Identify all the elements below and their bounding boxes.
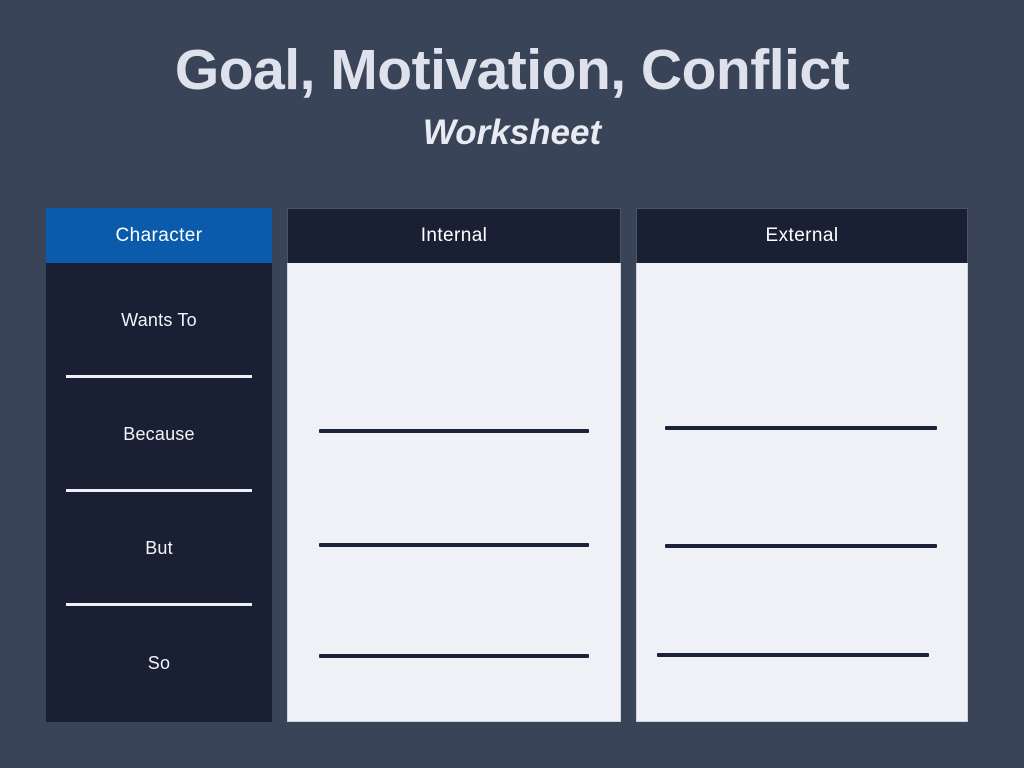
prompt-row[interactable]: But	[46, 491, 272, 606]
external-answer-line[interactable]	[665, 426, 937, 430]
prompt-row[interactable]: Because	[46, 377, 272, 492]
prompt-label-wants-to: Wants To	[121, 309, 197, 330]
worksheet-canvas: Goal, Motivation, Conflict Worksheet Cha…	[0, 0, 1024, 768]
prompt-label-but: But	[145, 537, 173, 558]
internal-column: Internal	[287, 208, 621, 722]
title-block: Goal, Motivation, Conflict Worksheet	[0, 36, 1024, 154]
external-column-header: External	[636, 208, 968, 263]
external-answer-line[interactable]	[657, 653, 929, 657]
internal-column-header: Internal	[287, 208, 621, 263]
external-column: External	[636, 208, 968, 722]
prompt-label-so: So	[147, 653, 171, 673]
character-prompt-list: Wants To Because But So	[46, 263, 272, 722]
character-column-header: Character	[46, 208, 272, 263]
internal-column-body[interactable]	[287, 263, 621, 722]
prompt-row[interactable]: So	[46, 605, 272, 722]
prompt-row[interactable]: Wants To	[46, 263, 272, 378]
internal-answer-line[interactable]	[319, 543, 589, 547]
external-answer-line[interactable]	[665, 544, 937, 548]
internal-answer-line[interactable]	[319, 654, 589, 658]
internal-answer-line[interactable]	[319, 429, 589, 433]
prompt-label-because: Because	[123, 423, 195, 444]
page-title: Goal, Motivation, Conflict	[174, 38, 850, 102]
page-subtitle: Worksheet	[422, 113, 602, 152]
external-column-body[interactable]	[636, 263, 968, 722]
character-column: Character Wants To Because But So	[46, 208, 272, 722]
character-column-body: Wants To Because But So	[46, 263, 272, 722]
